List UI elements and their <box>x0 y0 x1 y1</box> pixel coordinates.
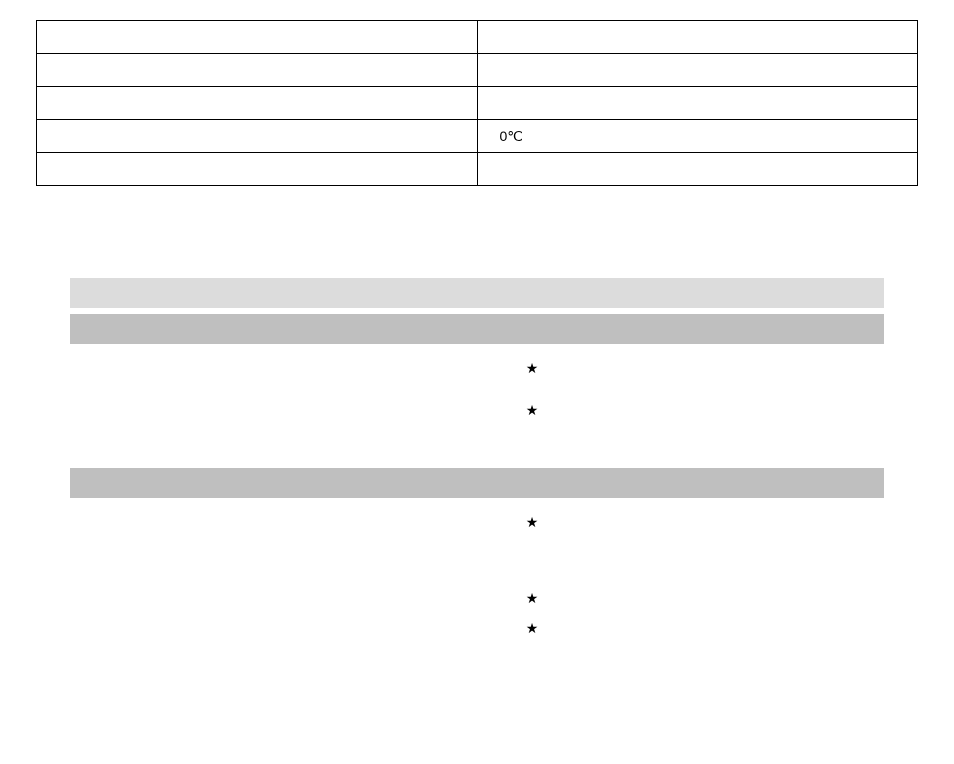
list-item: ★ <box>70 588 884 616</box>
table-cell-value <box>477 54 918 87</box>
star-icon: ★ <box>520 618 544 638</box>
table-cell-value <box>477 87 918 120</box>
table-cell-label <box>37 54 478 87</box>
list-item: ★ <box>70 400 884 428</box>
table-row <box>37 153 918 186</box>
star-icon: ★ <box>520 400 544 420</box>
spec-table: 0℃ <box>36 20 918 186</box>
table-row <box>37 54 918 87</box>
table-cell-value <box>477 21 918 54</box>
table-row: 0℃ <box>37 120 918 153</box>
section-heading-light <box>70 278 884 308</box>
table-cell-value <box>477 153 918 186</box>
table-cell-label <box>37 21 478 54</box>
table-cell-label <box>37 153 478 186</box>
table-row <box>37 87 918 120</box>
list-item: ★ <box>70 618 884 646</box>
group-heading <box>70 314 884 344</box>
star-icon: ★ <box>520 588 544 608</box>
section: ★ ★ ★ ★ ★ <box>70 278 884 646</box>
table-cell-label <box>37 87 478 120</box>
cell-text: 0℃ <box>500 128 524 145</box>
table-cell-value: 0℃ <box>477 120 918 153</box>
list-item: ★ <box>70 512 884 540</box>
list-item: ★ <box>70 358 884 386</box>
table-row <box>37 21 918 54</box>
table-cell-label <box>37 120 478 153</box>
star-icon: ★ <box>520 358 544 378</box>
group-heading <box>70 468 884 498</box>
star-icon: ★ <box>520 512 544 532</box>
